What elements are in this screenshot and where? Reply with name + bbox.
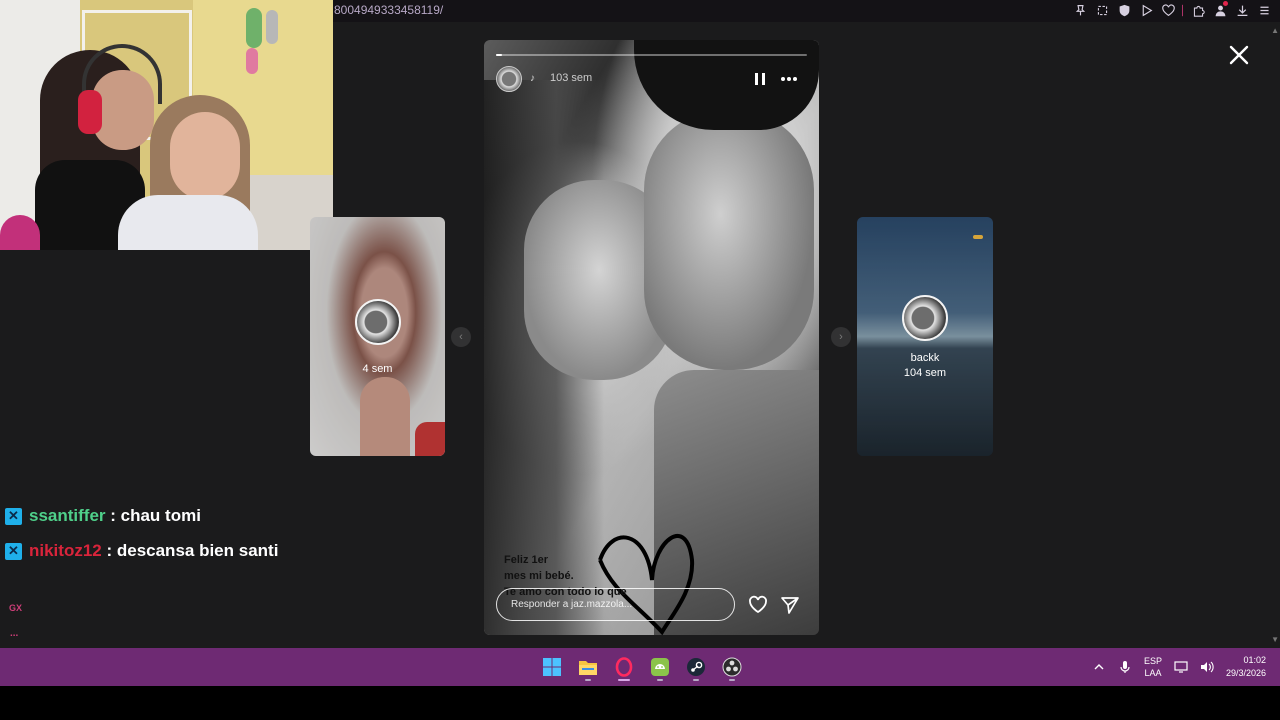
active-story[interactable]: ♪ 103 sem Feliz 1er mes mi bebé. Te amo … (484, 40, 819, 635)
clock-date: 29/3/2026 (1225, 668, 1266, 678)
webcam-decoration (246, 48, 258, 74)
chat-separator: : (105, 506, 121, 525)
chat-text: chau tomi (120, 506, 201, 525)
separator-line (1182, 2, 1184, 18)
running-indicator (729, 679, 735, 681)
scroll-down-icon[interactable]: ▼ (1271, 635, 1279, 644)
volume-icon[interactable] (1200, 660, 1214, 674)
reply-input[interactable] (511, 599, 720, 610)
pause-button[interactable] (753, 71, 767, 87)
running-indicator (693, 679, 699, 681)
notification-dot-icon (1223, 1, 1228, 6)
screen: 8004949333458119/ ▲ ▼ 4 sem ‹ ♪ 103 sem … (0, 0, 1280, 720)
steam-button[interactable] (682, 653, 710, 681)
play-icon[interactable] (1138, 2, 1154, 18)
system-tray: ESP LAA 01:02 29/3/2026 (1092, 648, 1266, 686)
shield-icon[interactable] (1116, 2, 1132, 18)
address-bar-url[interactable]: 8004949333458119/ (334, 3, 443, 17)
previous-story-card[interactable]: 4 sem (310, 217, 445, 456)
menu-icon[interactable] (1256, 2, 1272, 18)
language-code: ESP (1143, 656, 1162, 666)
download-icon[interactable] (1234, 2, 1250, 18)
android-icon (651, 658, 669, 676)
scroll-up-icon[interactable]: ▲ (1271, 26, 1279, 35)
taskbar-apps (538, 653, 746, 681)
steam-icon (687, 658, 705, 676)
system-clock[interactable]: 01:02 29/3/2026 (1226, 654, 1266, 680)
android-app-button[interactable] (646, 653, 674, 681)
music-icon: ♪ (530, 73, 535, 84)
previous-story-time: 4 sem (362, 363, 393, 375)
chat-message: ✕ ssantiffer : chau tomi (5, 506, 201, 526)
next-story-arrow[interactable]: › (831, 327, 851, 347)
obs-icon (722, 657, 742, 677)
webcam-child-face (170, 112, 240, 200)
avatar[interactable] (496, 66, 522, 92)
webcam-decoration (266, 10, 278, 44)
letterbox-bar (0, 686, 1280, 720)
keyboard-layout: LAA (1144, 668, 1162, 678)
send-icon (781, 597, 799, 614)
taskbar: ESP LAA 01:02 29/3/2026 (0, 648, 1280, 686)
file-explorer-icon (579, 661, 597, 675)
close-story-button[interactable] (1226, 42, 1252, 68)
more-icon (781, 77, 797, 81)
chevron-left-icon: ‹ (459, 331, 463, 343)
file-explorer-button[interactable] (574, 653, 602, 681)
like-button[interactable] (748, 595, 768, 615)
story-progress-fill (496, 54, 503, 56)
more-options-button[interactable] (780, 71, 798, 87)
next-story-username: backk (910, 352, 940, 364)
story-preview-detail (973, 235, 983, 239)
running-indicator (618, 679, 630, 681)
microphone-icon[interactable] (1118, 660, 1132, 674)
chevron-up-icon[interactable] (1092, 660, 1106, 674)
avatar (355, 299, 401, 345)
browser-toolbar (1072, 1, 1272, 18)
next-story-time: 104 sem (903, 367, 947, 379)
pause-icon (755, 73, 765, 85)
chat-text: descansa bien santi (116, 541, 279, 560)
opera-gx-icon (615, 657, 633, 677)
obs-button[interactable] (718, 653, 746, 681)
profile-icon[interactable] (1212, 1, 1228, 18)
previous-story-arrow[interactable]: ‹ (451, 327, 471, 347)
story-progress-bar (496, 54, 807, 56)
gx-tag: GX (9, 603, 23, 613)
clock-time: 01:02 (1243, 655, 1266, 665)
chat-username: ssantiffer (29, 506, 106, 525)
avatar (902, 295, 948, 341)
chat-message: ✕ nikitoz12 : descansa bien santi (5, 541, 278, 561)
chat-username: nikitoz12 (29, 541, 102, 560)
screenshot-icon[interactable] (1094, 2, 1110, 18)
page-scrollbar[interactable] (1270, 22, 1280, 648)
webcam-blanket (0, 215, 40, 250)
extensions-icon[interactable] (1190, 2, 1206, 18)
language-indicator[interactable]: ESP LAA (1144, 655, 1162, 679)
running-indicator (585, 679, 591, 681)
webcam-decoration (246, 8, 262, 48)
reply-field[interactable] (496, 588, 735, 621)
heart-icon[interactable] (1160, 2, 1176, 18)
pin-icon[interactable] (1072, 2, 1088, 18)
opera-gx-button[interactable] (610, 653, 638, 681)
story-time: 103 sem (550, 72, 593, 84)
send-button[interactable] (780, 595, 800, 615)
close-icon (1229, 45, 1249, 65)
chat-badge-icon: ✕ (5, 542, 22, 560)
webcam-child-body (118, 195, 258, 250)
chat-more: ... (10, 628, 19, 639)
chevron-right-icon: › (839, 331, 843, 343)
running-indicator (657, 679, 663, 681)
webcam-overlay (0, 0, 333, 250)
windows-start-icon (543, 658, 561, 676)
headset-icon (78, 90, 102, 134)
heart-icon (749, 595, 767, 614)
story-photo-face (644, 110, 814, 370)
network-icon[interactable] (1174, 660, 1188, 674)
windows-start-button[interactable] (538, 653, 566, 681)
chat-separator: : (101, 541, 117, 560)
next-story-card[interactable]: backk 104 sem (857, 217, 993, 456)
chat-badge-icon: ✕ (5, 507, 22, 525)
